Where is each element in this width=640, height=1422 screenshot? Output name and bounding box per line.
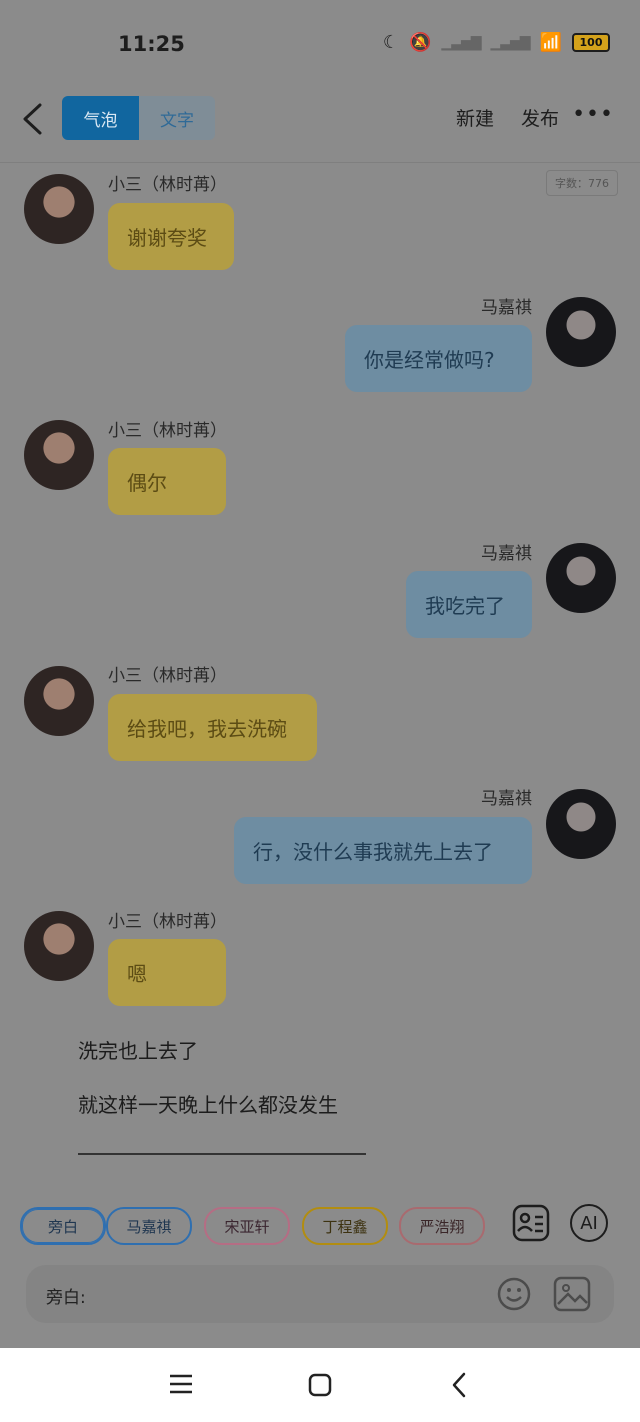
image-icon[interactable] — [553, 1276, 591, 1312]
avatar-lin[interactable] — [24, 911, 94, 981]
tab-text[interactable]: 文字 — [139, 96, 215, 140]
mode-toggle: 气泡 文字 — [62, 96, 215, 140]
text-cursor-line — [78, 1153, 366, 1155]
home-icon[interactable] — [308, 1373, 332, 1397]
chip-ma-jiaqi[interactable]: 马嘉祺 — [106, 1207, 192, 1245]
ai-button[interactable]: AI — [570, 1204, 608, 1242]
avatar-ma[interactable] — [546, 543, 616, 613]
back-icon[interactable] — [18, 102, 48, 136]
avatar-lin[interactable] — [24, 420, 94, 490]
message-bubble[interactable]: 行，没什么事我就先上去了 — [234, 817, 532, 884]
battery-icon: 100 — [572, 33, 610, 52]
app-bar: 气泡 文字 新建 发布 ••• — [0, 88, 640, 163]
input-label: 旁白: — [46, 1288, 86, 1308]
character-selector: 旁白 马嘉祺 宋亚轩 丁程鑫 严浩翔 — [20, 1207, 490, 1245]
sender-name: 小三（林时苒） — [108, 421, 227, 441]
message-bubble[interactable]: 你是经常做吗? — [345, 325, 532, 392]
message-bubble[interactable]: 谢谢夸奖 — [108, 203, 234, 270]
system-nav-bar — [0, 1348, 640, 1422]
message-bubble[interactable]: 偶尔 — [108, 448, 226, 515]
bell-off-icon: 🔕 — [409, 32, 432, 53]
avatar-lin[interactable] — [24, 174, 94, 244]
message-bubble[interactable]: 给我吧，我去洗碗 — [108, 694, 317, 761]
message-bubble[interactable]: 嗯 — [108, 939, 226, 1006]
emoji-icon[interactable] — [496, 1276, 532, 1312]
signal-icon-2: ▁▃▅▇ — [490, 34, 531, 51]
sender-name: 小三（林时苒） — [108, 666, 227, 686]
menu-icon[interactable] — [169, 1373, 193, 1395]
status-icons: ☾ 🔕 ▁▃▅▇ ▁▃▅▇ 📶 100 — [383, 32, 610, 53]
chip-ding-chengxin[interactable]: 丁程鑫 — [302, 1207, 388, 1245]
sender-name: 马嘉祺 — [481, 544, 532, 564]
chip-yan-haoxiang[interactable]: 严浩翔 — [399, 1207, 485, 1245]
chip-song-yaxuan[interactable]: 宋亚轩 — [204, 1207, 290, 1245]
sender-name: 小三（林时苒） — [108, 175, 227, 195]
app-background — [0, 0, 640, 1348]
narration-input[interactable]: 旁白: — [26, 1265, 614, 1323]
sender-name: 马嘉祺 — [481, 789, 532, 809]
avatar-lin[interactable] — [24, 666, 94, 736]
new-button[interactable]: 新建 — [456, 104, 494, 131]
publish-button[interactable]: 发布 — [521, 104, 559, 131]
sender-name: 马嘉祺 — [481, 298, 532, 318]
moon-icon: ☾ — [382, 32, 399, 53]
avatar-ma[interactable] — [546, 297, 616, 367]
contact-card-icon[interactable] — [512, 1204, 550, 1242]
status-bar: 11:25 ☾ 🔕 ▁▃▅▇ ▁▃▅▇ 📶 100 — [0, 0, 640, 88]
tab-bubble[interactable]: 气泡 — [62, 96, 139, 140]
signal-icon: ▁▃▅▇ — [441, 34, 481, 51]
status-time: 11:25 — [118, 32, 185, 56]
chip-narrator[interactable]: 旁白 — [20, 1207, 106, 1245]
avatar-ma[interactable] — [546, 789, 616, 859]
narration-line[interactable]: 洗完也上去了 — [78, 1035, 198, 1064]
nav-back-icon[interactable] — [450, 1372, 468, 1398]
wifi-icon: 📶 — [539, 32, 562, 53]
message-bubble[interactable]: 我吃完了 — [406, 571, 532, 638]
more-icon[interactable]: ••• — [572, 102, 614, 127]
narration-line[interactable]: 就这样一天晚上什么都没发生 — [78, 1089, 338, 1118]
sender-name: 小三（林时苒） — [108, 912, 227, 932]
word-count: 字数：776 — [546, 170, 618, 196]
